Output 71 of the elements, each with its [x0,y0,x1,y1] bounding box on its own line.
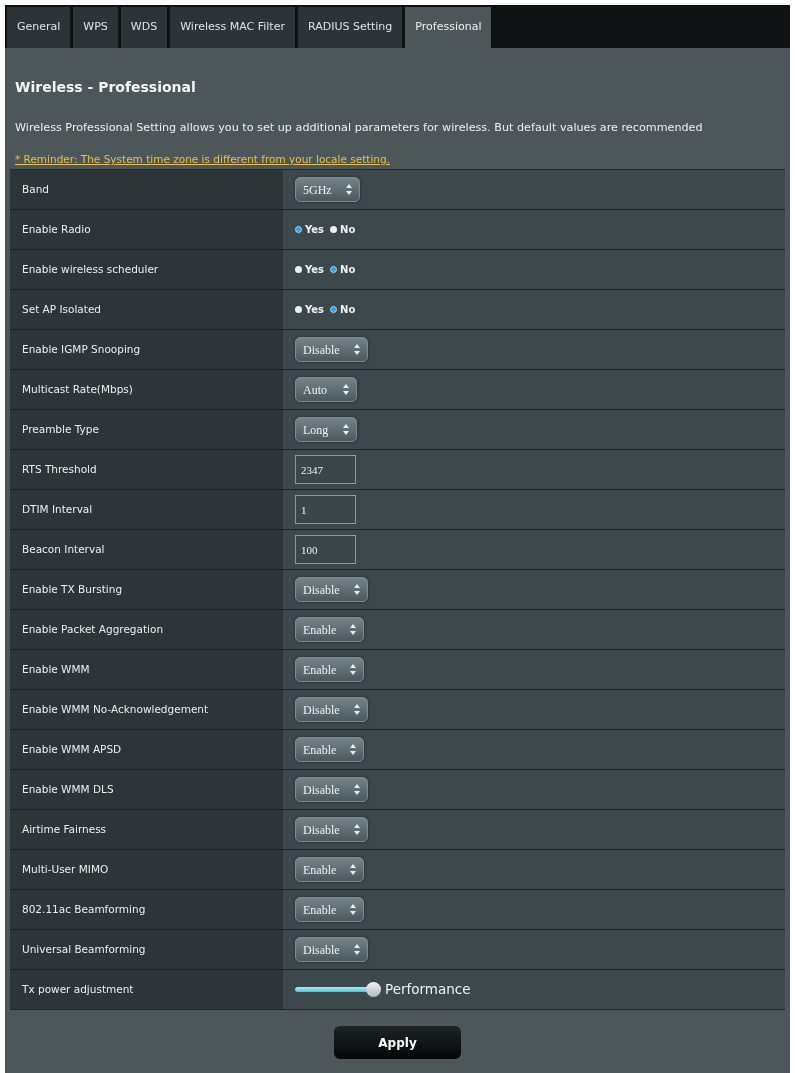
setting-label: Set AP Isolated [10,290,283,329]
updown-arrows-icon [353,704,360,715]
radio-option[interactable]: Yes [295,222,325,237]
radio-option[interactable]: Yes [295,302,325,317]
setting-label: Band [10,170,283,209]
tab[interactable]: General [7,7,71,48]
tx-power-slider[interactable] [295,982,381,997]
setting-label: Multi-User MIMO [10,850,283,889]
setting-label: Enable Radio [10,210,283,249]
setting-label: Enable WMM APSD [10,730,283,769]
radio-option[interactable]: No [330,262,356,277]
setting-label: Enable wireless scheduler [10,250,283,289]
tab[interactable]: Wireless MAC Filter [170,7,295,48]
updown-arrows-icon [343,424,349,435]
updown-arrows-icon [353,944,360,955]
updown-arrows-icon [350,744,357,755]
input-field[interactable]: 1 [295,495,356,524]
dropdown[interactable]: Disable [295,577,368,602]
updown-arrows-icon [350,664,357,675]
dropdown[interactable]: Enable [295,657,365,682]
setting-label: Tx power adjustment [10,970,283,1009]
tab[interactable]: RADIUS Setting [297,7,403,48]
description-text: Wireless Professional Setting allows you to set up additional parameters for wireless. But default values are recommended [15,121,704,134]
apply-button[interactable]: Apply [334,1026,461,1059]
tab[interactable]: Professional [405,7,492,48]
updown-arrows-icon [353,784,360,795]
dropdown[interactable]: Disable [295,817,368,842]
dropdown[interactable]: Long [295,417,357,442]
page-title: Wireless - Professional [15,78,197,96]
setting-label: Preamble Type [10,410,283,449]
updown-arrows-icon [350,624,357,635]
tab[interactable]: WPS [73,7,118,48]
dropdown[interactable]: Enable [295,617,365,642]
updown-arrows-icon [353,824,360,835]
dropdown[interactable]: Disable [295,937,368,962]
dropdown[interactable]: Disable [295,777,368,802]
updown-arrows-icon [345,184,352,195]
input-field[interactable]: 2347 [295,455,356,484]
dropdown[interactable]: Disable [295,337,368,362]
dropdown[interactable]: Enable [295,737,365,762]
dropdown[interactable]: 5GHz [295,177,360,202]
setting-label: Enable IGMP Snooping [10,330,283,369]
slider-thumb[interactable] [366,982,381,997]
dropdown[interactable]: Auto [295,377,357,402]
reminder-link[interactable]: * Reminder: The System time zone is different from your locale setting. [15,153,390,165]
radio-option[interactable]: No [330,302,356,317]
input-field[interactable]: 100 [295,535,356,564]
radio-option[interactable]: Yes [295,262,325,277]
updown-arrows-icon [350,864,357,875]
setting-label: DTIM Interval [10,490,283,529]
setting-label: Multicast Rate(Mbps) [10,370,283,409]
setting-label: Enable Packet Aggregation [10,610,283,649]
radio-option[interactable]: No [330,222,356,237]
setting-label: Enable TX Bursting [10,570,283,609]
setting-label: Beacon Interval [10,530,283,569]
setting-label: Enable WMM [10,650,283,689]
setting-label: Airtime Fairness [10,810,283,849]
updown-arrows-icon [353,344,360,355]
dropdown[interactable]: Enable [295,897,365,922]
dropdown[interactable]: Disable [295,697,368,722]
slider-reading: Performance [385,980,471,1000]
tab[interactable]: WDS [120,7,168,48]
updown-arrows-icon [353,584,360,595]
setting-label: Universal Beamforming [10,930,283,969]
updown-arrows-icon [350,904,357,915]
dropdown[interactable]: Enable [295,857,365,882]
setting-label: RTS Threshold [10,450,283,489]
setting-label: Enable WMM DLS [10,770,283,809]
updown-arrows-icon [343,384,349,395]
setting-label: 802.11ac Beamforming [10,890,283,929]
setting-label: Enable WMM No-Acknowledgement [10,690,283,729]
